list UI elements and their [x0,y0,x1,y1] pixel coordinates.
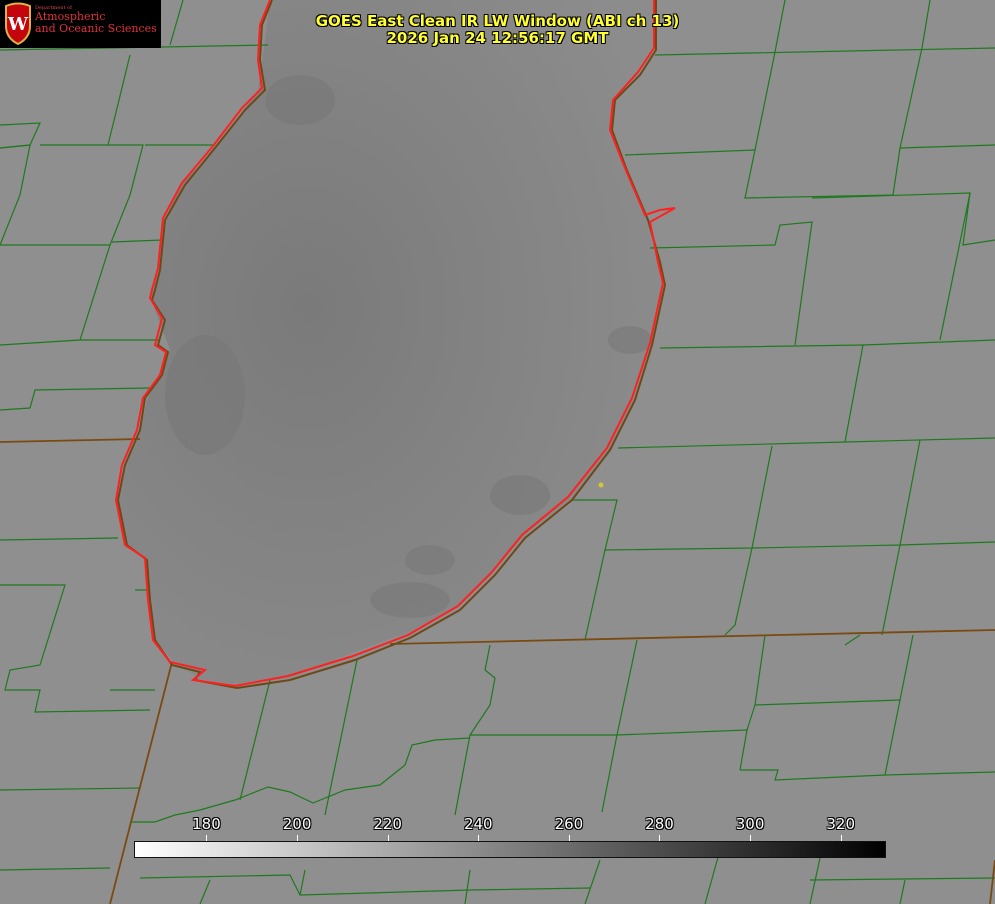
colorbar-tick-label: 200 [282,815,312,833]
colorbar-tick-label: 260 [554,815,584,833]
uw-shield-icon: W [5,2,31,46]
image-timestamp: 2026 Jan 24 12:56:17 GMT [386,29,609,47]
colorbar-tick-label: 240 [463,815,493,833]
colorbar-tick-label: 220 [373,815,402,833]
logo-line2: and Oceanic Sciences [35,22,157,35]
uw-aos-logo: W Department of Atmospheric and Oceanic … [0,0,161,48]
colorbar-tick-label: 180 [192,815,221,833]
shield-letter: W [7,14,29,35]
colorbar-tick-label: 320 [826,815,855,833]
image-title: GOES East Clean IR LW Window (ABI ch 13) [315,12,680,30]
colorbar-tick-label: 300 [735,815,765,833]
station-marker [598,482,604,488]
colorbar-tick-label: 280 [645,815,674,833]
satellite-map [0,0,995,904]
colorbar [134,841,886,858]
